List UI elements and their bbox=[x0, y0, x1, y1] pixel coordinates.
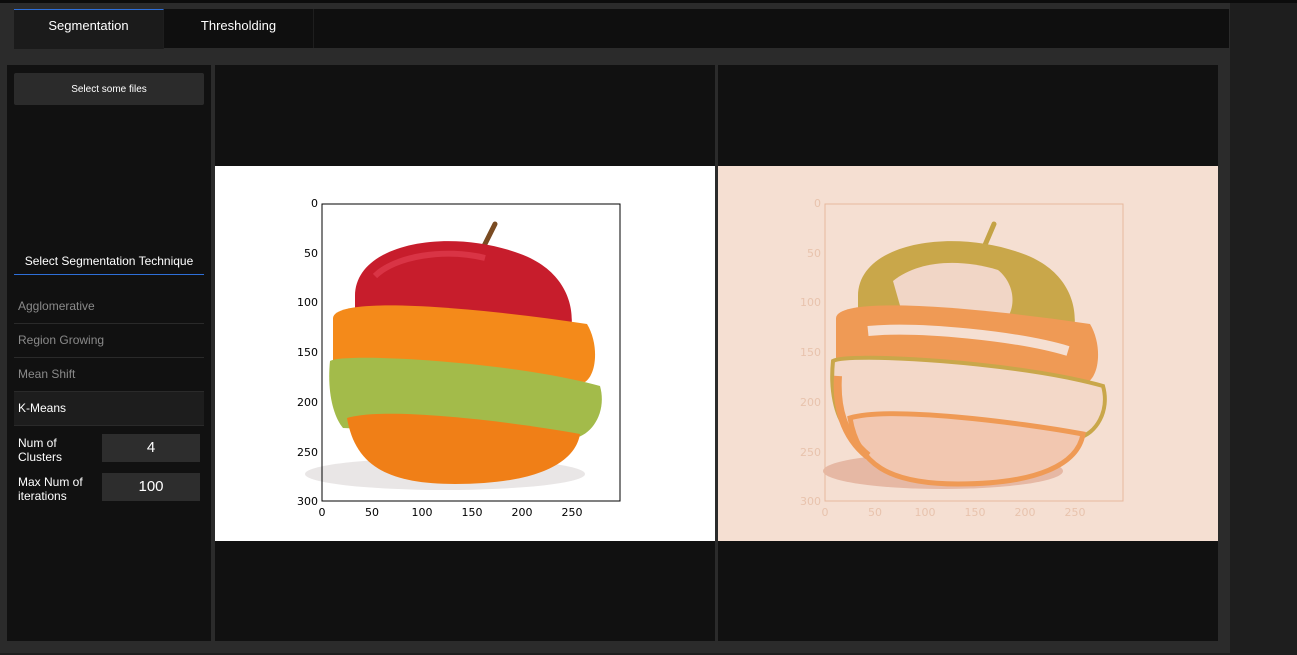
x-tick-label: 250 bbox=[1065, 506, 1086, 519]
x-tick-label: 0 bbox=[319, 506, 326, 519]
segmented-image-plot: 0 50 100 150 200 250 300 0 50 100 150 20… bbox=[718, 166, 1218, 541]
x-tick-label: 200 bbox=[1015, 506, 1036, 519]
x-tick-label: 200 bbox=[512, 506, 533, 519]
app-window: Segmentation Thresholding Select some fi… bbox=[0, 3, 1230, 653]
x-tick-label: 250 bbox=[562, 506, 583, 519]
y-tick-label: 100 bbox=[297, 296, 318, 309]
technique-agglomerative[interactable]: Agglomerative bbox=[14, 290, 204, 324]
y-tick-label: 300 bbox=[800, 495, 821, 508]
max-iterations-input[interactable]: 100 bbox=[102, 473, 200, 501]
y-tick-label: 50 bbox=[304, 247, 318, 260]
select-files-button[interactable]: Select some files bbox=[14, 73, 204, 105]
y-tick-label: 250 bbox=[297, 446, 318, 459]
y-tick-label: 250 bbox=[800, 446, 821, 459]
y-tick-label: 0 bbox=[814, 197, 821, 210]
num-clusters-label: Num of Clusters bbox=[18, 436, 63, 464]
x-tick-label: 100 bbox=[915, 506, 936, 519]
tab-thresholding[interactable]: Thresholding bbox=[164, 9, 314, 48]
tab-segmentation[interactable]: Segmentation bbox=[14, 9, 164, 49]
y-tick-label: 300 bbox=[297, 495, 318, 508]
content-area: Select some files Select Segmentation Te… bbox=[7, 65, 1230, 645]
num-clusters-input[interactable]: 4 bbox=[102, 434, 200, 462]
y-tick-label: 150 bbox=[800, 346, 821, 359]
technique-mean-shift[interactable]: Mean Shift bbox=[14, 358, 204, 392]
x-tick-label: 50 bbox=[868, 506, 882, 519]
original-image-panel: 0 50 100 150 200 250 300 0 50 100 150 20… bbox=[215, 65, 715, 641]
y-tick-label: 100 bbox=[800, 296, 821, 309]
max-iterations-label: Max Num of iterations bbox=[18, 475, 83, 503]
x-tick-label: 100 bbox=[412, 506, 433, 519]
y-tick-label: 150 bbox=[297, 346, 318, 359]
technique-region-growing[interactable]: Region Growing bbox=[14, 324, 204, 358]
x-tick-label: 150 bbox=[462, 506, 483, 519]
y-tick-label: 200 bbox=[297, 396, 318, 409]
technique-list: Agglomerative Region Growing Mean Shift … bbox=[14, 290, 204, 426]
x-tick-label: 50 bbox=[365, 506, 379, 519]
original-image-plot: 0 50 100 150 200 250 300 0 50 100 150 20… bbox=[215, 166, 715, 541]
y-tick-label: 200 bbox=[800, 396, 821, 409]
x-tick-label: 150 bbox=[965, 506, 986, 519]
x-tick-label: 0 bbox=[822, 506, 829, 519]
sidebar: Select some files Select Segmentation Te… bbox=[7, 65, 211, 641]
tab-bar: Segmentation Thresholding bbox=[14, 9, 1229, 49]
y-tick-label: 0 bbox=[311, 197, 318, 210]
y-tick-label: 50 bbox=[807, 247, 821, 260]
technique-k-means[interactable]: K-Means bbox=[14, 392, 204, 426]
segmentation-technique-title: Select Segmentation Technique bbox=[14, 254, 204, 275]
segmented-image-panel: 0 50 100 150 200 250 300 0 50 100 150 20… bbox=[718, 65, 1218, 641]
